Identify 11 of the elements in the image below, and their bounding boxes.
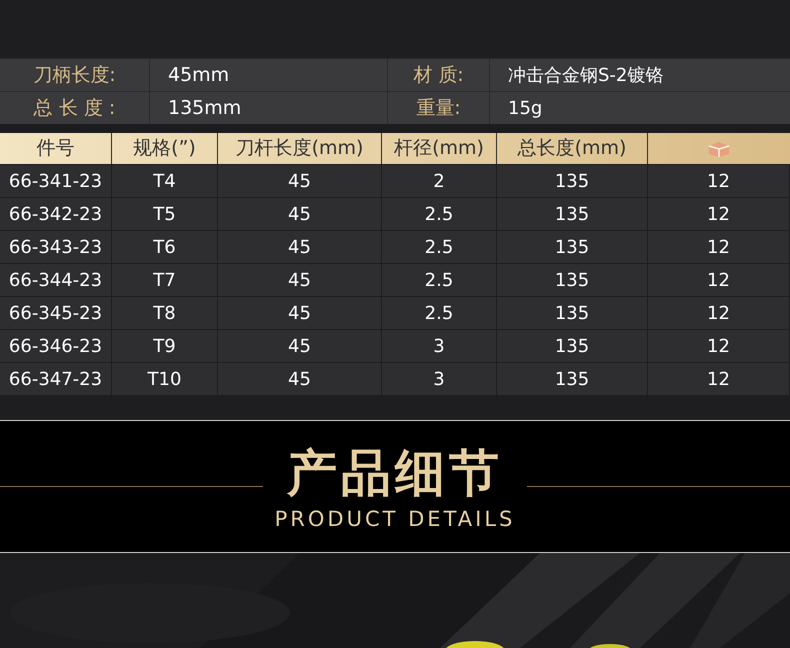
spec-label: 刀柄长度: <box>0 59 150 91</box>
box-icon <box>707 140 731 158</box>
section-title: 产品细节 <box>287 442 503 504</box>
spec-label: 材 质: <box>388 59 490 91</box>
spec-value: 15g <box>507 96 544 120</box>
spec-label: 重量: <box>388 92 490 124</box>
spec-label: 总 长 度 : <box>0 92 150 124</box>
spec-value: 45mm <box>150 59 388 91</box>
section-subtitle: PRODUCT DETAILS <box>274 506 516 532</box>
spec-value: 冲击合金钢S-2镀铬 <box>507 64 664 88</box>
spec-value: 135mm <box>150 92 388 124</box>
